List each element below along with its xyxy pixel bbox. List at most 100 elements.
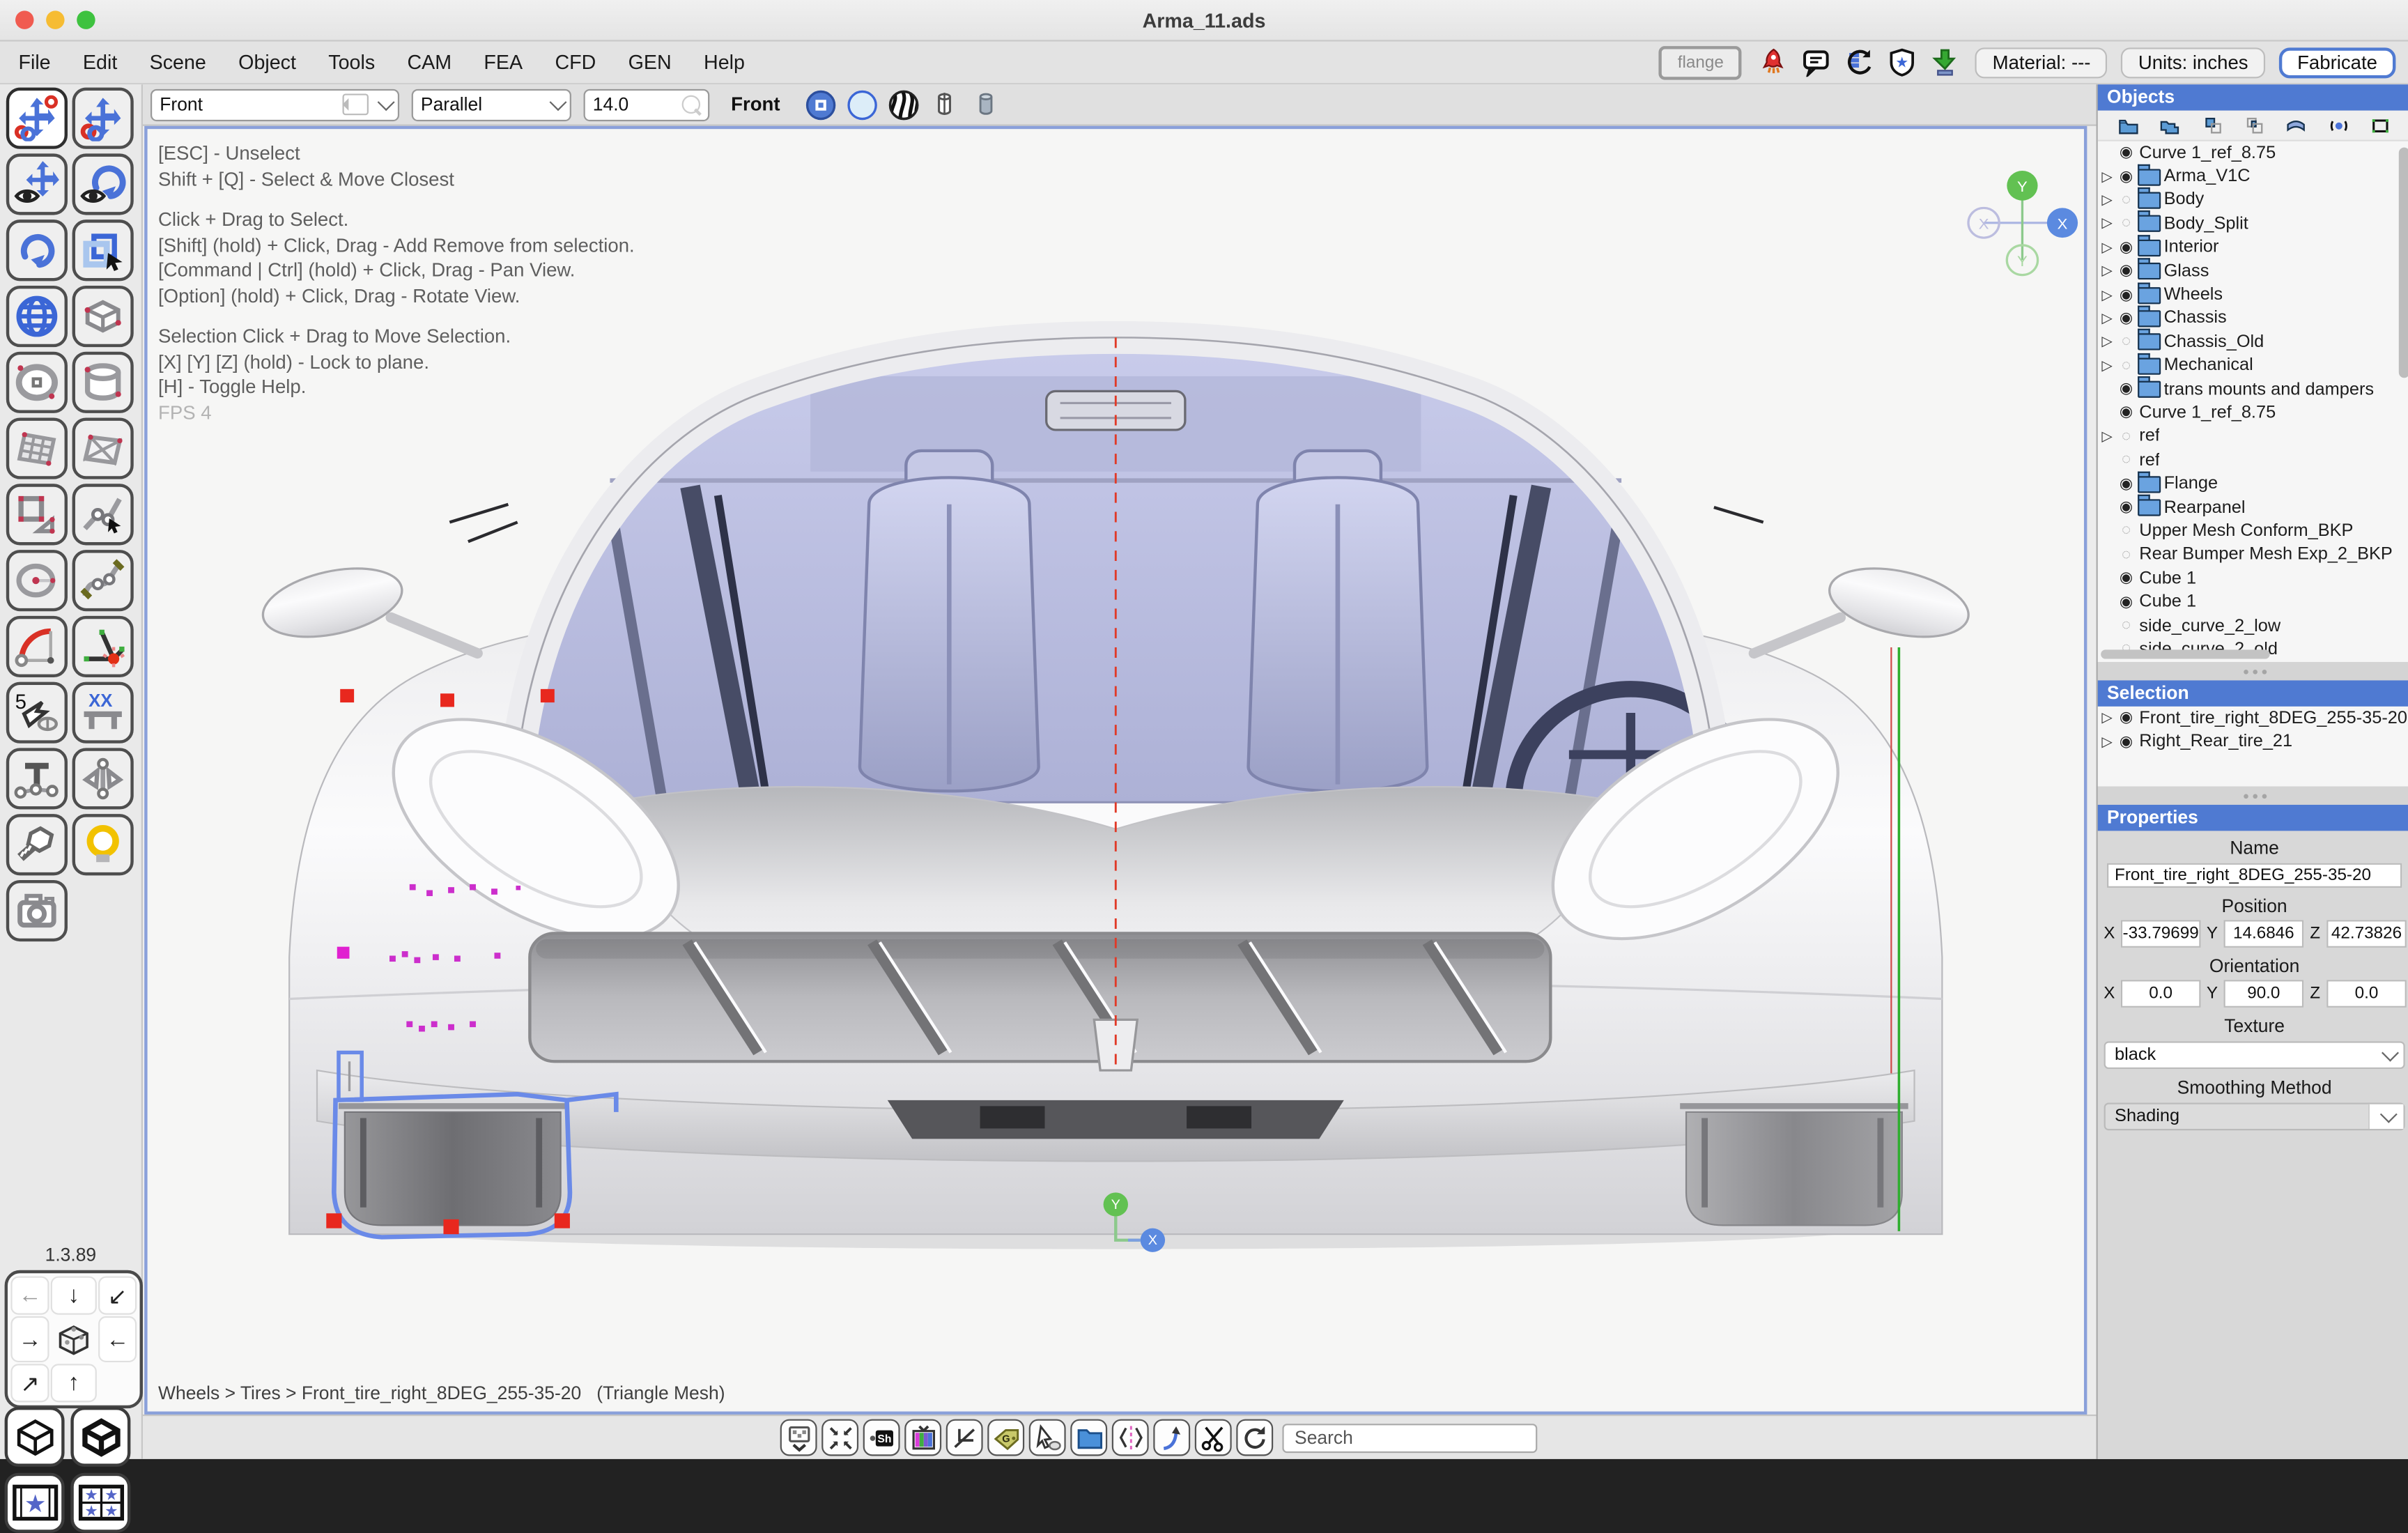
orbit-globe-tool-button[interactable] xyxy=(6,286,68,347)
triangulated-plane-tool-button[interactable] xyxy=(72,418,134,479)
objects-tree-item[interactable]: ◌Rear Bumper Mesh Exp_2_BKP xyxy=(2098,543,2408,567)
position-x-input[interactable] xyxy=(2121,920,2201,948)
visibility-toggle-icon[interactable]: ◌ xyxy=(2116,546,2136,563)
objects-tree-item[interactable]: ▷◉Chassis xyxy=(2098,307,2408,330)
visibility-toggle-icon[interactable]: ◉ xyxy=(2116,594,2136,610)
expand-triangle-icon[interactable]: ▷ xyxy=(2098,192,2116,208)
menu-item-gen[interactable]: GEN xyxy=(628,51,672,74)
reload-button[interactable] xyxy=(1236,1419,1273,1456)
selection-list-item[interactable]: ▷◉Right_Rear_tire_21 xyxy=(2098,730,2408,754)
menu-item-file[interactable]: File xyxy=(18,51,50,74)
visibility-toggle-icon[interactable]: ◉ xyxy=(2116,286,2136,303)
selection-panel-header[interactable]: Selection xyxy=(2098,680,2408,706)
visibility-toggle-icon[interactable]: ◌ xyxy=(2116,334,2136,350)
objects-tree-item[interactable]: ▷◌ref xyxy=(2098,425,2408,449)
objects-tree-item[interactable]: ▷◉Glass xyxy=(2098,259,2408,283)
orientation-z-input[interactable] xyxy=(2326,980,2407,1008)
visibility-toggle-icon[interactable]: ◉ xyxy=(2116,169,2136,185)
point-rays-tool-button[interactable] xyxy=(72,616,134,677)
dimension-table-tool-button[interactable]: XX xyxy=(72,682,134,744)
objects-tree-item[interactable]: ◉Curve 1_ref_8.75 xyxy=(2098,401,2408,425)
knife-split-button[interactable] xyxy=(1112,1419,1149,1456)
visibility-toggle-icon[interactable]: ◉ xyxy=(2116,263,2136,279)
objects-tree-item[interactable]: ▷◌Chassis_Old xyxy=(2098,330,2408,354)
navpad-arrow-button[interactable]: ↗ xyxy=(10,1364,49,1402)
visibility-toggle-icon[interactable]: ◉ xyxy=(2116,710,2136,727)
iso-cube-button[interactable] xyxy=(5,1407,65,1467)
tee-nodes-tool-button[interactable] xyxy=(6,748,68,809)
light-bulb-tool-button[interactable] xyxy=(72,814,134,875)
expand-triangle-icon[interactable]: ▷ xyxy=(2098,734,2116,750)
rotate-view-tool-button[interactable] xyxy=(72,153,134,215)
projection-select[interactable]: Parallel xyxy=(412,88,571,121)
navpad-arrow-button[interactable]: ← xyxy=(98,1316,137,1362)
objects-tree-item[interactable]: ◌side_curve_2_low xyxy=(2098,614,2408,638)
visibility-toggle-icon[interactable]: ◉ xyxy=(2116,476,2136,493)
polyline-edit-tool-button[interactable] xyxy=(72,484,134,545)
rect-points-tool-button[interactable] xyxy=(6,484,68,545)
comment-button[interactable] xyxy=(1799,45,1832,79)
render-tv-button[interactable] xyxy=(904,1419,941,1456)
single-view-button[interactable]: ★ xyxy=(5,1473,65,1533)
paste-front-button[interactable] xyxy=(2202,114,2223,136)
expand-triangle-icon[interactable]: ▷ xyxy=(2098,429,2116,445)
frame-select-button[interactable] xyxy=(2370,114,2391,136)
panel-splitter[interactable] xyxy=(2098,786,2408,804)
visibility-toggle-icon[interactable]: ◌ xyxy=(2116,429,2136,445)
visibility-toggle-icon[interactable]: ◌ xyxy=(2116,192,2136,208)
shader-badge-button[interactable]: Sh xyxy=(863,1419,900,1456)
expand-triangle-icon[interactable]: ▷ xyxy=(2098,334,2116,350)
expand-triangle-icon[interactable]: ▷ xyxy=(2098,357,2116,374)
objects-tree-scrollbar[interactable] xyxy=(2399,148,2408,378)
zoom-input[interactable] xyxy=(593,93,682,115)
expand-triangle-icon[interactable]: ▷ xyxy=(2098,310,2116,327)
bend-curve-button[interactable] xyxy=(1153,1419,1190,1456)
new-folder-button[interactable] xyxy=(2117,114,2139,136)
visibility-toggle-icon[interactable]: ◌ xyxy=(2116,215,2136,232)
orientation-x-input[interactable] xyxy=(2121,980,2201,1008)
visibility-toggle-icon[interactable]: ◉ xyxy=(2116,499,2136,516)
car-tire-left[interactable] xyxy=(339,1106,567,1225)
pin-solid-button[interactable] xyxy=(971,88,1003,121)
expand-triangle-icon[interactable]: ▷ xyxy=(2098,286,2116,303)
surface-sheet-button[interactable] xyxy=(2286,114,2308,136)
sync-layers-button[interactable] xyxy=(1842,45,1876,79)
zebra-view-button[interactable] xyxy=(888,88,920,121)
visibility-toggle-icon[interactable]: ◉ xyxy=(2116,145,2136,162)
objects-tree-item[interactable]: ◉trans mounts and dampers xyxy=(2098,378,2408,401)
visibility-toggle-icon[interactable]: ◉ xyxy=(2116,381,2136,398)
flange-input[interactable] xyxy=(1659,45,1742,79)
iso-cube-bold-button[interactable] xyxy=(70,1407,130,1467)
menu-item-cfd[interactable]: CFD xyxy=(555,51,596,74)
objects-tree-item[interactable]: ◉Rearpanel xyxy=(2098,496,2408,520)
scissors-cut-button[interactable] xyxy=(1195,1419,1232,1456)
axis-gizmo[interactable]: Y X X Y xyxy=(1968,171,2078,275)
objects-tree-item[interactable]: ▷◉Wheels xyxy=(2098,283,2408,307)
shaded-view-button[interactable] xyxy=(805,88,837,121)
menu-item-help[interactable]: Help xyxy=(704,51,745,74)
view-select[interactable]: Front xyxy=(150,88,399,121)
rect-select-tool-button[interactable] xyxy=(72,219,134,281)
selection-list-item[interactable]: ▷◉Front_tire_right_8DEG_255-35-20 xyxy=(2098,707,2408,730)
disc-primitive-tool-button[interactable] xyxy=(6,352,68,413)
objects-tree-item[interactable]: ▷◉Interior xyxy=(2098,236,2408,259)
visibility-toggle-icon[interactable]: ◌ xyxy=(2116,452,2136,469)
objects-tree-item[interactable]: ▷◌Body_Split xyxy=(2098,213,2408,236)
visibility-toggle-icon[interactable]: ◌ xyxy=(2116,357,2136,374)
objects-tree-item[interactable]: ◌Upper Mesh Conform_BKP xyxy=(2098,520,2408,544)
navpad-arrow-button[interactable]: → xyxy=(10,1316,49,1362)
objects-tree-item[interactable]: ◉Cube 1 xyxy=(2098,567,2408,590)
cylinder-primitive-tool-button[interactable] xyxy=(72,352,134,413)
navpad-arrow-button[interactable]: ↙ xyxy=(98,1277,137,1315)
move-add-tool-button[interactable] xyxy=(72,88,134,149)
material-button[interactable]: Material: --- xyxy=(1975,47,2107,77)
objects-tree-item[interactable]: ◉Flange xyxy=(2098,472,2408,496)
position-z-input[interactable] xyxy=(2326,920,2407,948)
pivot-rotate-button[interactable] xyxy=(2328,114,2349,136)
position-y-input[interactable] xyxy=(2224,920,2304,948)
objects-tree-item[interactable]: ▷◌Body xyxy=(2098,189,2408,213)
visibility-toggle-icon[interactable]: ◌ xyxy=(2116,523,2136,539)
menu-item-object[interactable]: Object xyxy=(238,51,296,74)
rocket-button[interactable] xyxy=(1756,45,1789,79)
viewport-3d[interactable]: [ESC] - UnselectShift + [Q] - Select & M… xyxy=(144,126,2087,1415)
